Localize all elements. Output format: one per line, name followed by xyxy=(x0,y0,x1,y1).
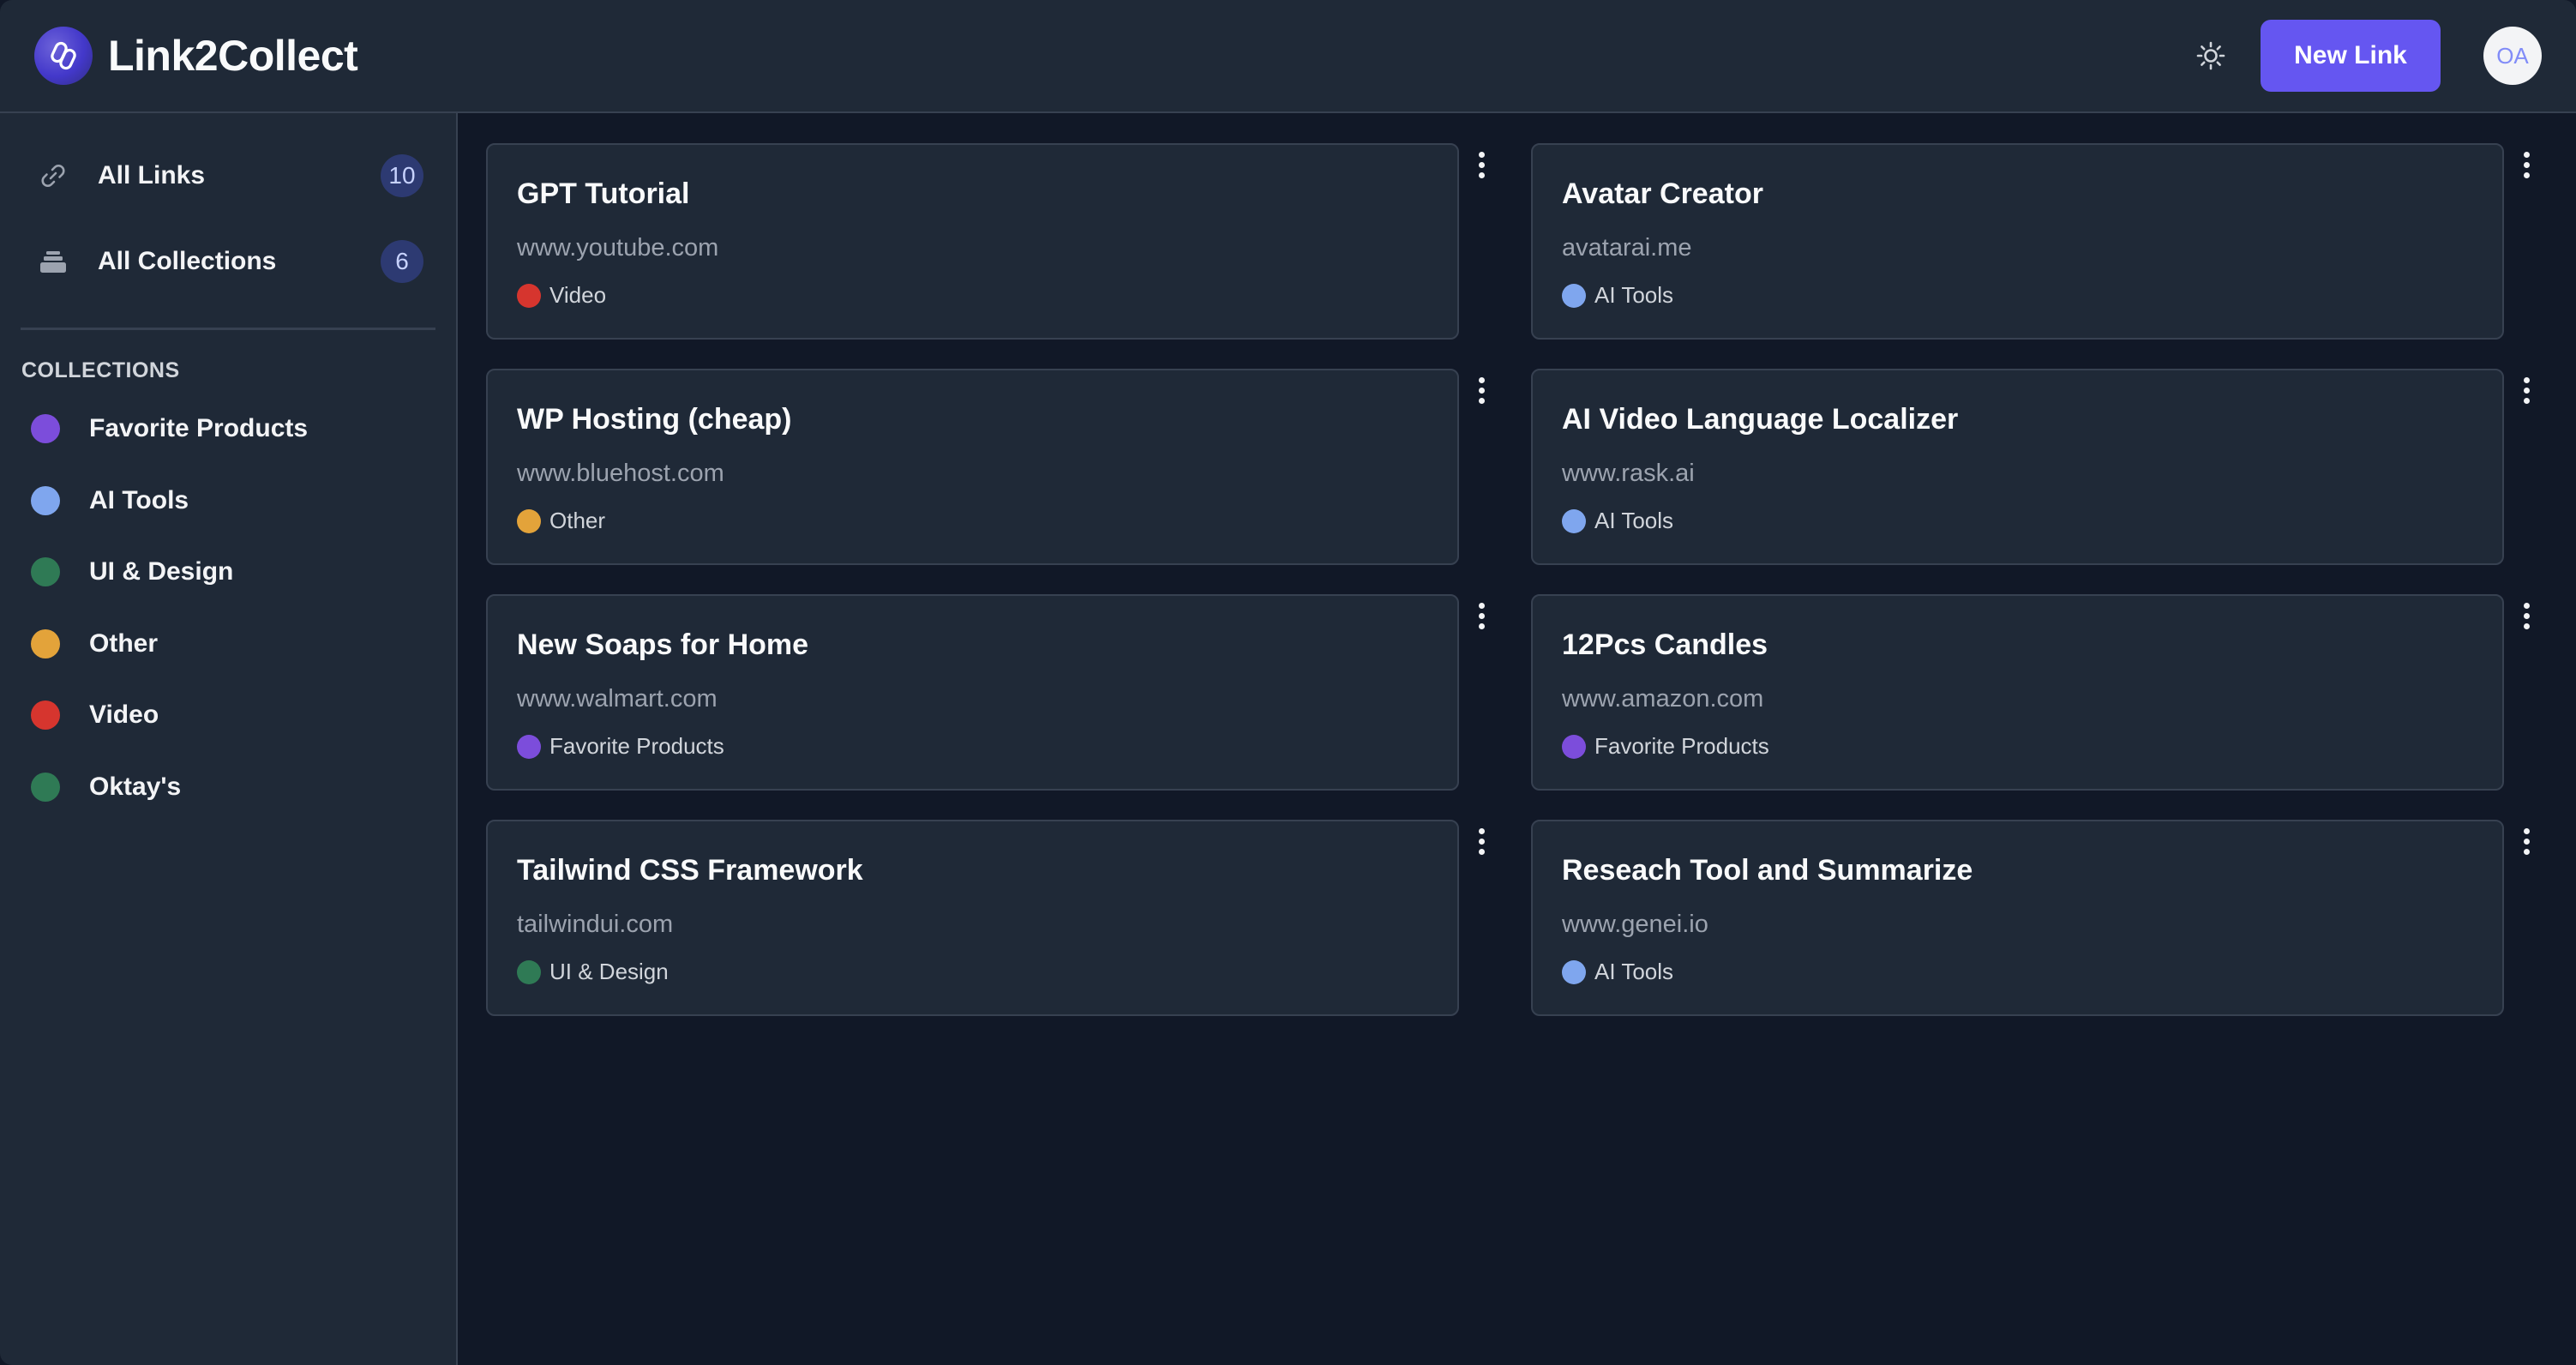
more-options-icon[interactable] xyxy=(2513,822,2539,860)
tag-label: Video xyxy=(549,282,607,308)
nav-label: All Links xyxy=(98,161,206,189)
tag-label: AI Tools xyxy=(1594,508,1674,533)
sidebar-item-video[interactable]: Video xyxy=(31,688,425,743)
tag-label: Favorite Products xyxy=(1594,733,1769,759)
collection-label: Oktay's xyxy=(89,773,182,801)
collections-heading: COLLECTIONS xyxy=(21,358,180,382)
link-url[interactable]: www.rask.ai xyxy=(1562,460,1695,488)
tag-color-dot xyxy=(517,734,541,759)
sidebar-item-favorite-products[interactable]: Favorite Products xyxy=(31,401,425,456)
collection-label: Video xyxy=(89,701,159,729)
avatar[interactable]: OA xyxy=(2483,27,2542,85)
sun-icon xyxy=(2196,41,2225,70)
tag-color-dot xyxy=(1562,959,1586,984)
link-card[interactable]: WP Hosting (cheap) www.bluehost.com Othe… xyxy=(486,369,1459,565)
link-title: Tailwind CSS Framework xyxy=(517,854,863,887)
collection-tag: Other xyxy=(517,508,605,534)
collection-color-dot xyxy=(31,773,60,802)
sidebar: All Links 10 All Collections 6 COLLECTIO… xyxy=(0,113,458,1365)
collection-label: Favorite Products xyxy=(89,414,309,442)
link-icon xyxy=(33,155,74,196)
tag-label: AI Tools xyxy=(1594,282,1674,308)
link-title: AI Video Language Localizer xyxy=(1562,403,1959,436)
more-options-icon[interactable] xyxy=(2513,597,2539,634)
link-title: WP Hosting (cheap) xyxy=(517,403,792,436)
collection-tag: Favorite Products xyxy=(517,733,724,760)
link-url[interactable]: www.youtube.com xyxy=(517,234,718,262)
nav-all-collections[interactable]: All Collections 6 xyxy=(33,232,423,292)
tag-color-dot xyxy=(1562,734,1586,759)
link-card[interactable]: AI Video Language Localizer www.rask.ai … xyxy=(1531,369,2504,565)
collection-tag: Video xyxy=(517,282,606,309)
count-badge: 10 xyxy=(381,154,423,197)
link-title: 12Pcs Candles xyxy=(1562,628,1768,661)
tag-label: AI Tools xyxy=(1594,959,1674,984)
nav-all-links[interactable]: All Links 10 xyxy=(33,146,423,206)
sidebar-item-ui-design[interactable]: UI & Design xyxy=(31,544,425,599)
collection-label: AI Tools xyxy=(89,486,189,514)
tag-color-dot xyxy=(517,283,541,308)
collection-tag: UI & Design xyxy=(517,959,669,985)
stack-icon xyxy=(33,241,74,282)
sidebar-item-ai-tools[interactable]: AI Tools xyxy=(31,473,425,528)
more-options-icon[interactable] xyxy=(1468,822,1494,860)
tag-color-dot xyxy=(517,508,541,533)
more-options-icon[interactable] xyxy=(1468,146,1494,183)
link-card[interactable]: GPT Tutorial www.youtube.com Video xyxy=(486,143,1459,340)
tag-label: Favorite Products xyxy=(549,733,724,759)
more-options-icon[interactable] xyxy=(2513,371,2539,409)
collection-color-dot xyxy=(31,701,60,730)
collection-tag: Favorite Products xyxy=(1562,733,1769,760)
theme-toggle-button[interactable] xyxy=(2185,30,2237,81)
tag-color-dot xyxy=(517,959,541,984)
tag-color-dot xyxy=(1562,283,1586,308)
link-card[interactable]: Tailwind CSS Framework tailwindui.com UI… xyxy=(486,820,1459,1016)
link-card[interactable]: Avatar Creator avatarai.me AI Tools xyxy=(1531,143,2504,340)
link-title: New Soaps for Home xyxy=(517,628,809,661)
sidebar-item-oktays[interactable]: Oktay's xyxy=(31,760,425,815)
link-card[interactable]: 12Pcs Candles www.amazon.com Favorite Pr… xyxy=(1531,594,2504,791)
link-url[interactable]: www.amazon.com xyxy=(1562,685,1763,713)
brand[interactable]: Link2Collect xyxy=(34,27,358,85)
sidebar-item-other[interactable]: Other xyxy=(31,616,425,671)
new-link-button[interactable]: New Link xyxy=(2261,20,2441,92)
tag-color-dot xyxy=(1562,508,1586,533)
link-logo-icon xyxy=(34,27,93,85)
more-options-icon[interactable] xyxy=(1468,371,1494,409)
app-window: Link2Collect New Link OA All Links 10 Al… xyxy=(0,0,2576,1365)
more-options-icon[interactable] xyxy=(2513,146,2539,183)
collection-tag: AI Tools xyxy=(1562,282,1673,309)
link-card[interactable]: New Soaps for Home www.walmart.com Favor… xyxy=(486,594,1459,791)
link-card[interactable]: Reseach Tool and Summarize www.genei.io … xyxy=(1531,820,2504,1016)
collection-color-dot xyxy=(31,486,60,515)
app-title: Link2Collect xyxy=(108,32,358,80)
collection-color-dot xyxy=(31,414,60,443)
more-options-icon[interactable] xyxy=(1468,597,1494,634)
link-title: Avatar Creator xyxy=(1562,177,1763,210)
top-bar: Link2Collect New Link OA xyxy=(0,0,2576,113)
collection-color-dot xyxy=(31,629,60,658)
link-url[interactable]: www.genei.io xyxy=(1562,911,1708,939)
collection-tag: AI Tools xyxy=(1562,508,1673,534)
link-title: Reseach Tool and Summarize xyxy=(1562,854,1973,887)
collection-label: UI & Design xyxy=(89,557,234,586)
sidebar-divider xyxy=(21,328,435,330)
collection-color-dot xyxy=(31,557,60,586)
link-url[interactable]: www.walmart.com xyxy=(517,685,718,713)
tag-label: UI & Design xyxy=(549,959,669,984)
tag-label: Other xyxy=(549,508,606,533)
count-badge: 6 xyxy=(381,240,423,283)
link-title: GPT Tutorial xyxy=(517,177,690,210)
link-url[interactable]: avatarai.me xyxy=(1562,234,1692,262)
collection-tag: AI Tools xyxy=(1562,959,1673,985)
nav-label: All Collections xyxy=(98,247,277,275)
header-actions: New Link OA xyxy=(2185,20,2542,92)
link-url[interactable]: www.bluehost.com xyxy=(517,460,724,488)
collection-label: Other xyxy=(89,629,159,658)
link-url[interactable]: tailwindui.com xyxy=(517,911,673,939)
